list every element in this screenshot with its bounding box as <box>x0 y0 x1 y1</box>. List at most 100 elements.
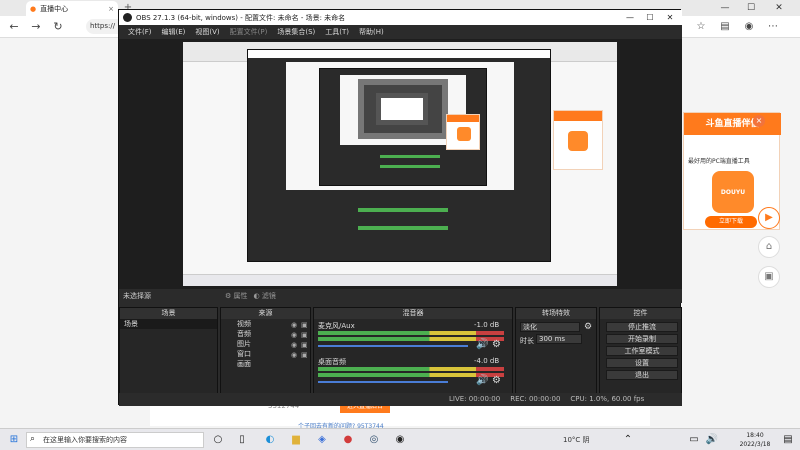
browser-tab[interactable]: ● 直播中心 × <box>26 1 118 16</box>
search-icon: ⌕ <box>30 434 36 444</box>
transition-settings-icon[interactable]: ⚙ <box>584 322 592 332</box>
audio-meter <box>318 331 504 335</box>
ad-close-icon[interactable]: × <box>753 115 765 127</box>
notification-icon[interactable]: ▤ <box>780 432 796 448</box>
source-item[interactable]: 画面 <box>221 359 310 369</box>
mixer-track-db: -1.0 dB <box>474 321 500 329</box>
nested-obs-window <box>247 49 551 262</box>
audio-meter <box>318 367 504 371</box>
transitions-dock-title: 转场特效 <box>516 308 596 319</box>
footer-stats: LIVE: 00:00:00 REC: 00:00:00 CPU: 1.0%, … <box>449 393 644 406</box>
rec-time: REC: 00:00:00 <box>510 395 561 403</box>
preview-screen-capture <box>183 42 617 286</box>
menu-edit[interactable]: 编辑(E) <box>157 25 191 39</box>
menu-file[interactable]: 文件(F) <box>123 25 157 39</box>
obs-minimize-icon[interactable]: — <box>621 10 639 25</box>
nested-preview <box>286 62 514 190</box>
cortana-icon[interactable]: ○ <box>210 432 226 448</box>
favorites-icon[interactable]: ☆ <box>694 20 708 34</box>
lock-icon[interactable]: ▣ <box>301 351 308 359</box>
file-explorer-icon[interactable]: ▆ <box>288 432 304 448</box>
transitions-dock: 转场特效 淡化 ⚙ 时长 300 ms <box>515 307 597 406</box>
nested-meter-bar-2 <box>358 226 448 230</box>
exit-button[interactable]: 退出 <box>606 370 678 380</box>
menu-view[interactable]: 视图(V) <box>190 25 224 39</box>
lock-icon[interactable]: ▣ <box>301 331 308 339</box>
no-source-selected-label: 未选择源 <box>119 289 682 303</box>
mixer-track-name: 桌面音频 <box>318 358 346 366</box>
taskbar-search-input[interactable]: 在这里输入你要搜索的内容 <box>26 432 204 448</box>
home-icon[interactable]: ⌂ <box>758 236 780 258</box>
close-icon[interactable]: ✕ <box>770 0 788 16</box>
lock-icon[interactable]: ▣ <box>301 341 308 349</box>
filters-button[interactable]: ◐ 滤镜 <box>254 289 276 303</box>
profile-icon[interactable]: ◉ <box>742 20 756 34</box>
speaker-icon[interactable]: 🔊 <box>476 375 488 386</box>
mixer-settings-icon[interactable]: ⚙ <box>492 375 501 386</box>
download-button[interactable]: 立即下载 <box>705 216 757 228</box>
mixer-settings-icon[interactable]: ⚙ <box>492 339 501 350</box>
nested-tunnel <box>358 79 448 139</box>
speaker-icon[interactable]: 🔊 <box>476 339 488 350</box>
mixer-track-name: 麦克风/Aux <box>318 322 355 330</box>
store-icon[interactable]: ◈ <box>314 432 330 448</box>
source-toolbar: ⚙ 属性 ◐ 滤镜 <box>225 289 276 303</box>
start-recording-button[interactable]: 开始录制 <box>606 334 678 344</box>
menu-scene-collection[interactable]: 场景集合(S) <box>272 25 320 39</box>
studio-mode-button[interactable]: 工作室模式 <box>606 346 678 356</box>
volume-icon[interactable]: 🔊 <box>704 432 720 448</box>
nested-ad-panel <box>446 114 480 150</box>
transition-type-select[interactable]: 淡化 <box>520 322 580 332</box>
visibility-eye-icon[interactable]: ◉ <box>291 331 297 339</box>
obs-close-icon[interactable]: ✕ <box>661 10 679 25</box>
menu-profile[interactable]: 配置文件(P) <box>225 25 273 39</box>
settings-button[interactable]: 设置 <box>606 358 678 368</box>
taskbar-clock[interactable]: 18:40 2022/3/18 <box>734 431 776 449</box>
properties-label: 属性 <box>233 292 248 300</box>
steam-icon[interactable]: ◎ <box>366 432 382 448</box>
douyu-app-icon[interactable]: ● <box>340 432 356 448</box>
edge-icon[interactable]: ◐ <box>262 432 278 448</box>
ad-description: 最好用的PC端直播工具 <box>688 158 750 165</box>
collections-icon[interactable]: ▤ <box>718 20 732 34</box>
obs-maximize-icon[interactable]: ☐ <box>641 10 659 25</box>
obs-menubar: 文件(F) 编辑(E) 视图(V) 配置文件(P) 场景集合(S) 工具(T) … <box>119 25 682 39</box>
source-label: 画面 <box>237 360 251 368</box>
obs-titlebar: OBS 27.1.3 (64-bit, windows) - 配置文件: 未命名… <box>119 10 682 25</box>
source-label: 窗口 <box>237 350 251 358</box>
volume-slider[interactable] <box>318 381 448 383</box>
refresh-icon[interactable]: ↻ <box>50 19 66 35</box>
screen-icon[interactable]: ▣ <box>758 266 780 288</box>
back-icon[interactable]: ← <box>6 19 22 35</box>
duration-input[interactable]: 300 ms <box>536 334 582 344</box>
visibility-eye-icon[interactable]: ◉ <box>291 351 297 359</box>
controls-dock: 控件 停止推流 开始录制 工作室模式 设置 退出 <box>599 307 682 406</box>
visibility-eye-icon[interactable]: ◉ <box>291 321 297 329</box>
forward-icon[interactable]: → <box>28 19 44 35</box>
volume-slider[interactable] <box>318 345 468 347</box>
network-icon[interactable]: ▭ <box>686 432 702 448</box>
tray-chevron-icon[interactable]: ⌃ <box>620 432 636 448</box>
obs-app-icon[interactable]: ◉ <box>392 432 408 448</box>
nested-meter-2 <box>380 165 440 168</box>
weather-widget[interactable]: 10°C 阴 <box>563 429 590 450</box>
start-icon[interactable]: ⊞ <box>6 432 22 448</box>
menu-tools[interactable]: 工具(T) <box>320 25 354 39</box>
task-view-icon[interactable]: ▯ <box>234 432 250 448</box>
more-icon[interactable]: ⋯ <box>766 20 780 34</box>
obs-preview-area[interactable] <box>119 39 682 289</box>
scene-item[interactable]: 场景 <box>120 319 217 329</box>
maximize-icon[interactable]: ☐ <box>742 0 760 16</box>
nested-tunnel-inner <box>376 93 428 125</box>
source-label: 图片 <box>237 340 251 348</box>
stop-streaming-button[interactable]: 停止推流 <box>606 322 678 332</box>
tab-close-icon[interactable]: × <box>108 5 114 13</box>
live-play-icon[interactable]: ▶ <box>758 207 780 229</box>
scenes-dock-title: 场景 <box>120 308 217 319</box>
visibility-eye-icon[interactable]: ◉ <box>291 341 297 349</box>
logo-text: DOUYU <box>720 188 746 196</box>
lock-icon[interactable]: ▣ <box>301 321 308 329</box>
minimize-icon[interactable]: — <box>716 0 734 16</box>
menu-help[interactable]: 帮助(H) <box>354 25 389 39</box>
properties-button[interactable]: ⚙ 属性 <box>225 289 248 303</box>
